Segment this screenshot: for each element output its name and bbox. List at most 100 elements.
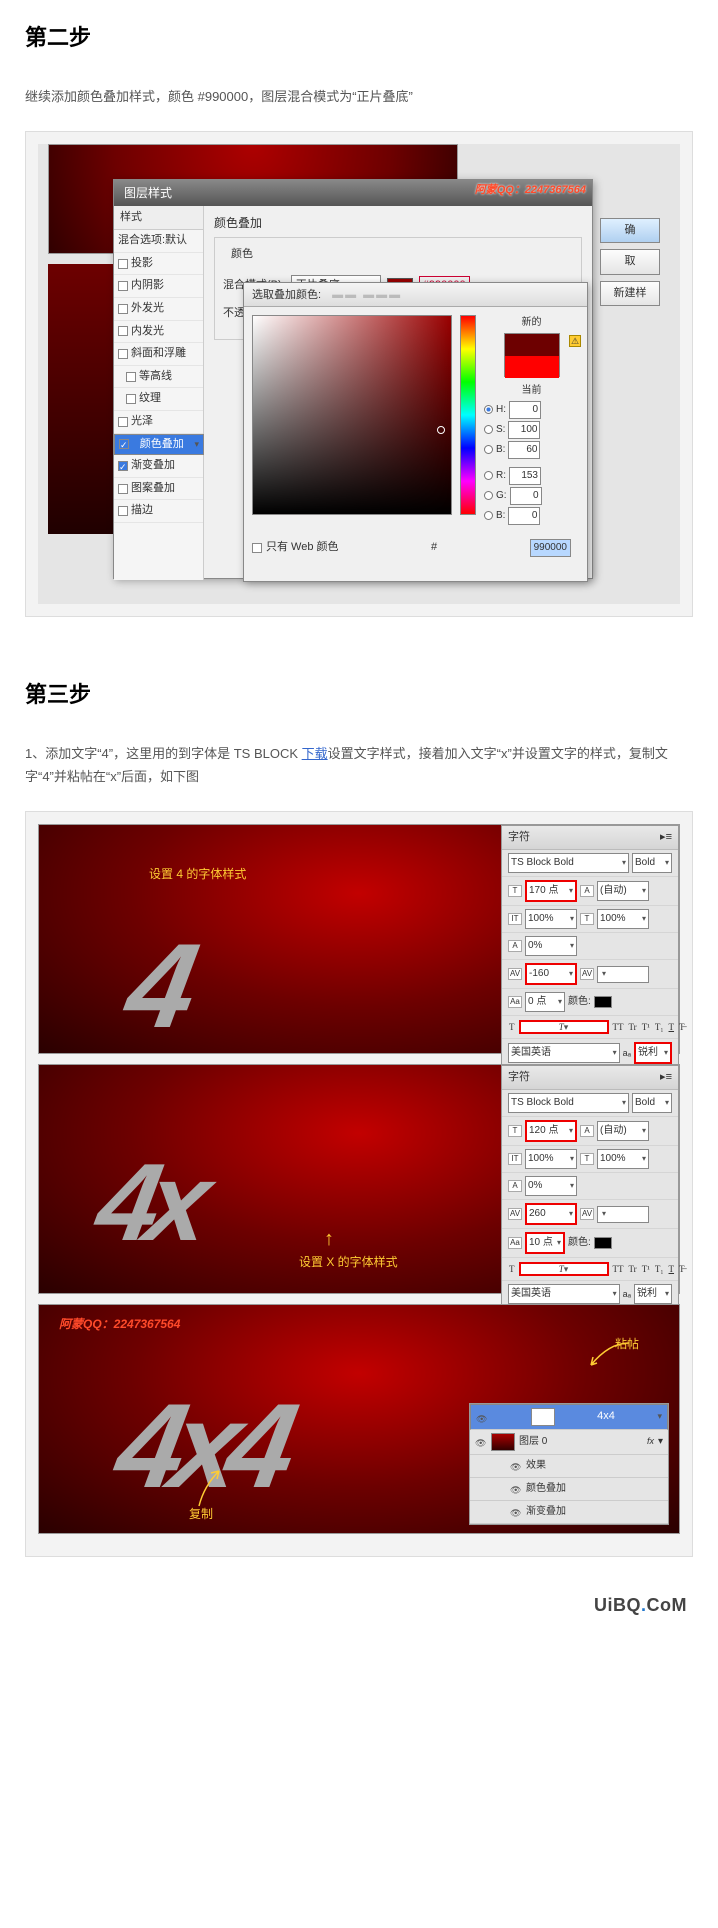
hscale-input[interactable]: 100% — [597, 909, 649, 929]
layer-row-bg[interactable]: 图层 0fx▾ — [470, 1430, 668, 1455]
eye-icon[interactable] — [475, 1436, 487, 1448]
weight-select[interactable]: Bold — [632, 1093, 672, 1113]
radio-g-icon[interactable] — [484, 491, 493, 500]
italic-icon[interactable]: T — [519, 1262, 609, 1276]
checkbox-icon[interactable] — [126, 394, 136, 404]
checkbox-icon[interactable] — [118, 281, 128, 291]
checkbox-checked-icon[interactable] — [119, 439, 129, 449]
eye-icon[interactable] — [510, 1483, 522, 1495]
baseline-select[interactable]: 0% — [525, 1176, 577, 1196]
subscript-icon[interactable]: T₁ — [654, 1262, 665, 1276]
hscale-input[interactable]: 100% — [597, 1149, 649, 1169]
lang-select[interactable]: 美国英语 — [508, 1043, 620, 1063]
font-select[interactable]: TS Block Bold — [508, 853, 629, 873]
smallcaps-icon[interactable]: Tr — [628, 1020, 638, 1034]
style-dropshadow[interactable]: 投影 — [114, 253, 203, 276]
fx-badge[interactable]: fx — [647, 1434, 654, 1448]
checkbox-icon[interactable] — [126, 372, 136, 382]
weight-select[interactable]: Bold — [632, 853, 672, 873]
style-stroke[interactable]: 描边 — [114, 500, 203, 523]
allcaps-icon[interactable]: TT — [612, 1020, 625, 1034]
strike-icon[interactable]: T̶ — [678, 1262, 686, 1276]
layer-gradoverlay[interactable]: 渐变叠加 — [470, 1501, 668, 1524]
radio-h-icon[interactable] — [484, 405, 493, 414]
tracking-select[interactable]: 260 — [525, 1203, 577, 1225]
hue-slider[interactable] — [460, 315, 476, 515]
vscale-input[interactable]: 100% — [525, 1149, 577, 1169]
kerning-select[interactable] — [597, 1206, 649, 1223]
eye-icon[interactable] — [510, 1460, 522, 1472]
panel-menu-icon[interactable]: ▸≡ — [660, 1069, 672, 1087]
smallcaps-icon[interactable]: Tr — [628, 1262, 638, 1276]
checkbox-checked-icon[interactable] — [118, 461, 128, 471]
bl-input[interactable]: 0 — [508, 507, 540, 525]
char-color-swatch[interactable] — [594, 1237, 612, 1249]
r-input[interactable]: 153 — [509, 467, 541, 485]
kerning-select[interactable] — [597, 966, 649, 983]
italic-icon[interactable]: T — [519, 1020, 609, 1034]
shift-input[interactable]: 0 点 — [525, 992, 565, 1012]
leading-select[interactable]: (自动) — [597, 881, 649, 901]
aa-select[interactable]: 锐利 — [634, 1042, 672, 1064]
checkbox-icon[interactable] — [118, 259, 128, 269]
aa-select[interactable]: 锐利 — [634, 1284, 672, 1304]
checkbox-icon[interactable] — [118, 506, 128, 516]
strike-icon[interactable]: T̶ — [678, 1020, 686, 1034]
cancel-button[interactable]: 取 — [600, 249, 660, 275]
chevron-down-icon[interactable]: ▾ — [658, 1434, 663, 1450]
underline-icon[interactable]: T — [668, 1262, 676, 1276]
style-gradoverlay[interactable]: 渐变叠加 — [114, 455, 203, 478]
baseline-select[interactable]: 0% — [525, 936, 577, 956]
h-input[interactable]: 0 — [509, 401, 541, 419]
vscale-input[interactable]: 100% — [525, 909, 577, 929]
style-coloroverlay[interactable]: 颜色叠加 — [114, 434, 204, 456]
g-input[interactable]: 0 — [510, 487, 542, 505]
style-bevel[interactable]: 斜面和浮雕 — [114, 343, 203, 366]
bold-icon[interactable]: T — [508, 1020, 516, 1034]
superscript-icon[interactable]: T¹ — [641, 1262, 651, 1276]
radio-bl-icon[interactable] — [484, 511, 493, 520]
checkbox-icon[interactable] — [118, 326, 128, 336]
font-select[interactable]: TS Block Bold — [508, 1093, 629, 1113]
style-innershadow[interactable]: 内阴影 — [114, 275, 203, 298]
style-contour[interactable]: 等高线 — [114, 366, 203, 389]
style-outerglow[interactable]: 外发光 — [114, 298, 203, 321]
layer-coloroverlay[interactable]: 颜色叠加 — [470, 1478, 668, 1501]
radio-s-icon[interactable] — [484, 425, 493, 434]
subscript-icon[interactable]: T₁ — [654, 1020, 665, 1034]
ok-button[interactable]: 确 — [600, 218, 660, 244]
webonly-checkbox[interactable] — [252, 543, 262, 553]
radio-r-icon[interactable] — [484, 471, 493, 480]
checkbox-icon[interactable] — [118, 417, 128, 427]
tracking-select[interactable]: -160 — [525, 963, 577, 985]
checkbox-icon[interactable] — [118, 349, 128, 359]
allcaps-icon[interactable]: TT — [612, 1262, 625, 1276]
s-input[interactable]: 100 — [508, 421, 540, 439]
layer-row-text[interactable]: T4x4 — [470, 1404, 668, 1430]
leading-select[interactable]: (自动) — [597, 1121, 649, 1141]
underline-icon[interactable]: T — [668, 1020, 676, 1034]
checkbox-icon[interactable] — [118, 304, 128, 314]
style-satin[interactable]: 光泽 — [114, 411, 203, 434]
new-current-swatch[interactable] — [504, 333, 560, 377]
gamut-warning-icon[interactable]: ⚠ — [569, 335, 581, 347]
download-link[interactable]: 下载 — [302, 746, 328, 761]
checkbox-icon[interactable] — [118, 484, 128, 494]
style-patternoverlay[interactable]: 图案叠加 — [114, 478, 203, 501]
newstyle-button[interactable]: 新建样 — [600, 281, 660, 307]
layer-effects[interactable]: 效果 — [470, 1455, 668, 1478]
shift-input[interactable]: 10 点 — [525, 1232, 565, 1254]
style-innerglow[interactable]: 内发光 — [114, 321, 203, 344]
lang-select[interactable]: 美国英语 — [508, 1284, 620, 1304]
radio-b-icon[interactable] — [484, 445, 493, 454]
char-color-swatch[interactable] — [594, 996, 612, 1008]
style-texture[interactable]: 纹理 — [114, 388, 203, 411]
eye-icon[interactable] — [510, 1506, 522, 1518]
b-input[interactable]: 60 — [508, 441, 540, 459]
size-select[interactable]: 170 点 — [525, 880, 577, 902]
color-field[interactable] — [252, 315, 452, 515]
hex-input[interactable]: 990000 — [530, 539, 571, 557]
superscript-icon[interactable]: T¹ — [641, 1020, 651, 1034]
eye-icon[interactable] — [476, 1411, 488, 1423]
size-select[interactable]: 120 点 — [525, 1120, 577, 1142]
